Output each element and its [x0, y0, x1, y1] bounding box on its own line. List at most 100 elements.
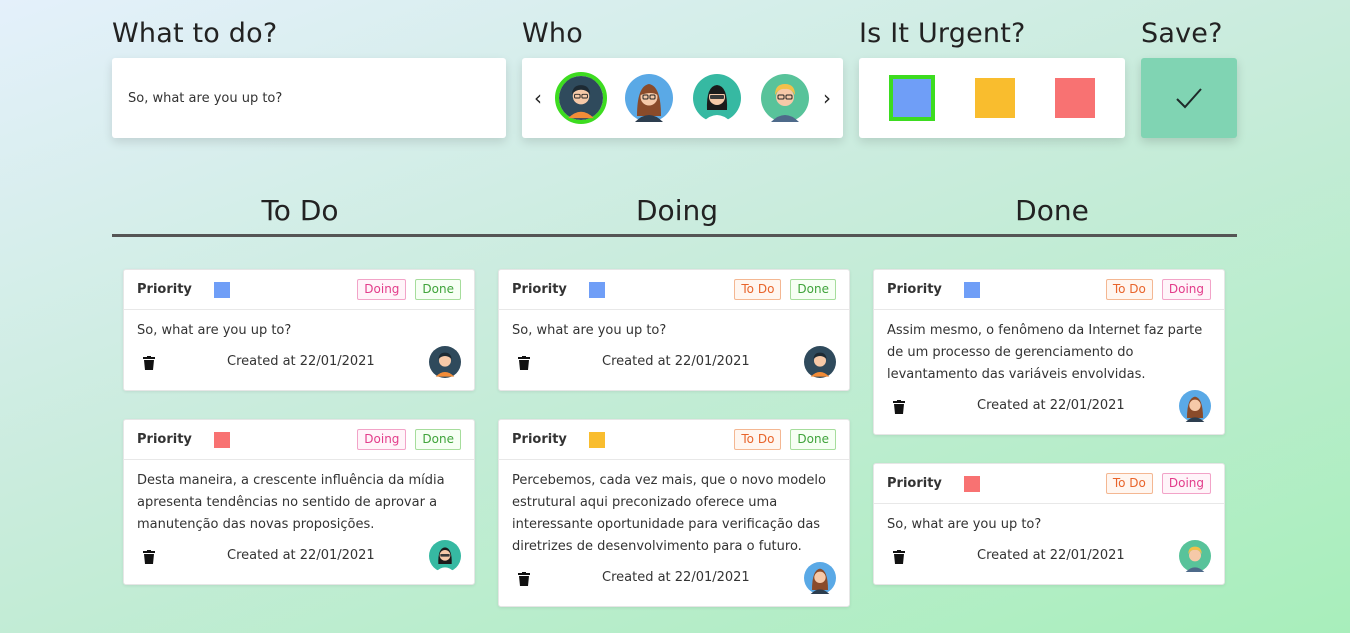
assignee-avatar [804, 562, 836, 594]
move-to-done-button[interactable]: Done [790, 279, 836, 300]
woman-dark-hair-icon [804, 562, 836, 594]
urgency-option-blue[interactable] [889, 75, 935, 121]
task-description: Desta maneira, a crescente influência da… [137, 473, 445, 532]
chevron-left-icon[interactable]: ‹ [530, 88, 546, 108]
avatar-option-4[interactable] [759, 72, 811, 124]
man-dark-hair-icon [804, 346, 836, 378]
move-to-todo-button[interactable]: To Do [1105, 279, 1153, 300]
task-card: Priority Doing Done So, what are you up … [123, 269, 475, 391]
card-footer: Created at 22/01/2021 [887, 540, 1211, 574]
woman-dark-hair-icon [1179, 390, 1211, 422]
card-footer: Created at 22/01/2021 [512, 346, 836, 380]
column-title-doing: Doing [636, 194, 718, 227]
task-description: Assim mesmo, o fenômeno da Internet faz … [887, 323, 1203, 382]
urgency-option-red[interactable] [1055, 78, 1095, 118]
man-blond-glasses-icon [1179, 540, 1211, 572]
card-footer: Created at 22/01/2021 [137, 540, 461, 574]
who-section-title: Who [522, 18, 583, 49]
assignee-selector: ‹ › [522, 58, 843, 138]
woman-glasses-icon [692, 74, 741, 122]
priority-indicator [213, 431, 230, 448]
move-to-doing-button[interactable]: Doing [357, 429, 407, 450]
move-tags: Doing Done [357, 279, 461, 300]
card-body: Desta maneira, a crescente influência da… [124, 460, 474, 584]
priority-indicator [963, 475, 980, 492]
move-to-todo-button[interactable]: To Do [734, 279, 782, 300]
trash-icon[interactable] [893, 550, 905, 564]
man-dark-hair-icon [429, 346, 461, 378]
task-input[interactable] [112, 58, 506, 138]
card-footer: Created at 22/01/2021 [512, 562, 836, 596]
priority-label: Priority [137, 282, 192, 297]
card-header: Priority To Do Doing [874, 270, 1224, 310]
column-title-todo: To Do [261, 194, 339, 227]
trash-icon[interactable] [518, 572, 530, 586]
avatar-option-2[interactable] [623, 72, 675, 124]
trash-icon[interactable] [143, 550, 155, 564]
move-to-done-button[interactable]: Done [415, 429, 461, 450]
move-tags: To Do Doing [1105, 473, 1211, 494]
move-to-todo-button[interactable]: To Do [734, 429, 782, 450]
trash-icon[interactable] [893, 400, 905, 414]
task-card: Priority Doing Done Desta maneira, a cre… [123, 419, 475, 585]
move-to-doing-button[interactable]: Doing [1161, 279, 1211, 300]
priority-indicator [213, 281, 230, 298]
checkmark-icon [1176, 88, 1202, 109]
assignee-avatar [804, 346, 836, 378]
urgency-selector [859, 58, 1125, 138]
urgency-option-yellow[interactable] [975, 78, 1015, 118]
created-date: Created at 22/01/2021 [977, 548, 1125, 563]
move-to-todo-button[interactable]: To Do [1105, 473, 1153, 494]
priority-label: Priority [512, 432, 567, 447]
chevron-right-icon[interactable]: › [819, 88, 835, 108]
woman-dark-hair-icon [624, 74, 673, 122]
save-button[interactable] [1141, 58, 1237, 138]
move-tags: To Do Done [734, 429, 836, 450]
task-description: So, what are you up to? [137, 323, 292, 338]
urgent-section-title: Is It Urgent? [859, 18, 1026, 49]
card-footer: Created at 22/01/2021 [137, 346, 461, 380]
card-body: So, what are you up to? Created at 22/01… [874, 504, 1224, 584]
created-date: Created at 22/01/2021 [227, 354, 375, 369]
created-date: Created at 22/01/2021 [227, 548, 375, 563]
column-title-done: Done [1015, 194, 1089, 227]
card-header: Priority To Do Doing [874, 464, 1224, 504]
priority-indicator [588, 431, 605, 448]
assignee-avatar [429, 346, 461, 378]
trash-icon[interactable] [143, 356, 155, 370]
card-header: Priority To Do Done [499, 270, 849, 310]
task-card: Priority To Do Doing Assim mesmo, o fenô… [873, 269, 1225, 435]
move-to-doing-button[interactable]: Doing [1161, 473, 1211, 494]
avatar-option-3[interactable] [691, 72, 743, 124]
card-footer: Created at 22/01/2021 [887, 390, 1211, 424]
task-card: Priority To Do Done Percebemos, cada vez… [498, 419, 850, 607]
card-body: So, what are you up to? Created at 22/01… [124, 310, 474, 390]
trash-icon[interactable] [518, 356, 530, 370]
priority-label: Priority [887, 476, 942, 491]
task-description: Percebemos, cada vez mais, que o novo mo… [512, 473, 826, 554]
task-card: Priority To Do Done So, what are you up … [498, 269, 850, 391]
priority-indicator [963, 281, 980, 298]
column-divider [112, 234, 1237, 237]
priority-label: Priority [137, 432, 192, 447]
move-to-done-button[interactable]: Done [415, 279, 461, 300]
card-header: Priority Doing Done [124, 270, 474, 310]
save-section-title: Save? [1141, 18, 1223, 49]
created-date: Created at 22/01/2021 [602, 354, 750, 369]
card-body: Assim mesmo, o fenômeno da Internet faz … [874, 310, 1224, 434]
priority-indicator [588, 281, 605, 298]
move-to-doing-button[interactable]: Doing [357, 279, 407, 300]
created-date: Created at 22/01/2021 [977, 398, 1125, 413]
task-card: Priority To Do Doing So, what are you up… [873, 463, 1225, 585]
avatar-list [554, 72, 811, 124]
created-date: Created at 22/01/2021 [602, 570, 750, 585]
move-tags: To Do Done [734, 279, 836, 300]
task-description: So, what are you up to? [887, 517, 1042, 532]
move-to-done-button[interactable]: Done [790, 429, 836, 450]
priority-label: Priority [887, 282, 942, 297]
assignee-avatar [429, 540, 461, 572]
man-blond-glasses-icon [760, 74, 809, 122]
card-header: Priority Doing Done [124, 420, 474, 460]
card-header: Priority To Do Done [499, 420, 849, 460]
avatar-option-1[interactable] [554, 72, 607, 124]
